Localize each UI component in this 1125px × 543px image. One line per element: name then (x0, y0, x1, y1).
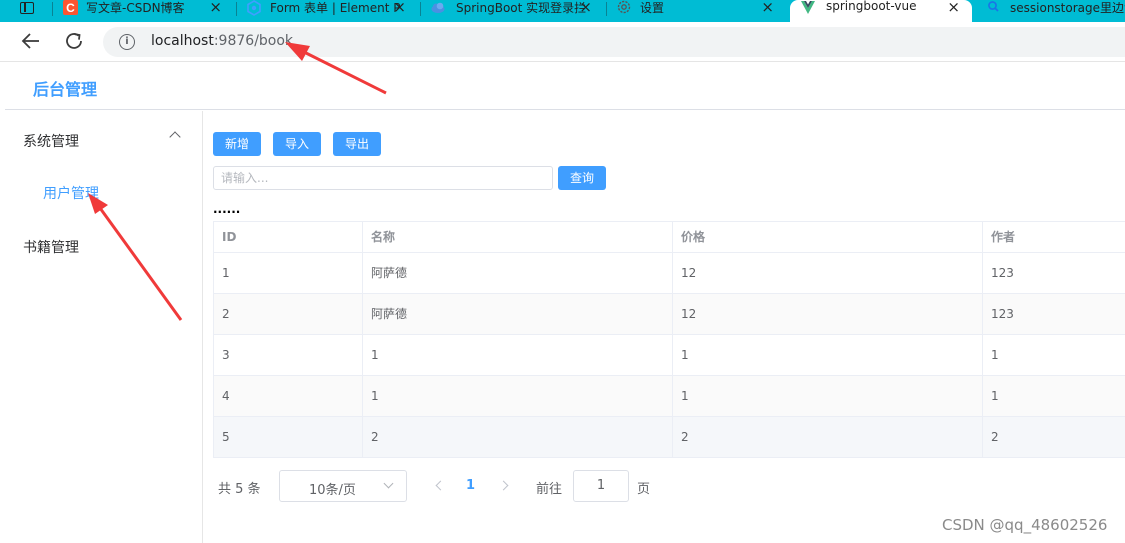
watermark: CSDN @qq_48602526 (942, 516, 1108, 534)
search-input[interactable] (213, 166, 553, 190)
vue-logo-icon (801, 1, 815, 14)
browser-tab-bar: C 写文章-CSDN博客 × Form 表单 | Element Plus × … (0, 0, 1125, 22)
column-header[interactable]: 价格 (673, 222, 983, 252)
page-size-select[interactable]: 10条/页 (279, 470, 407, 502)
export-button[interactable]: 导出 (333, 132, 381, 156)
tab-sidebar-icon (20, 2, 34, 14)
table-cell: 1 (991, 389, 999, 403)
search-button[interactable]: 查询 (558, 166, 606, 190)
table-cell: 123 (991, 307, 1014, 321)
tab-title: 设置 (640, 1, 665, 15)
cloud-logo-icon (431, 2, 445, 13)
sidebar-item-users[interactable]: 用户管理 (5, 173, 202, 209)
sidebar-item-label: 书籍管理 (23, 240, 79, 256)
address-bar[interactable]: i localhost:9876/book (103, 27, 1125, 57)
table-cell: 阿萨德 (363, 294, 673, 334)
tab-title: 写文章-CSDN博客 (86, 1, 185, 15)
sidebar-item-books[interactable]: 书籍管理 (5, 227, 202, 263)
table-row[interactable]: 3 1 1 1 (214, 335, 1125, 376)
table-cell: 1 (673, 335, 983, 375)
add-button[interactable]: 新增 (213, 132, 261, 156)
table-row[interactable]: 1 阿萨德 12 123 (214, 253, 1125, 294)
tab-title: Form 表单 | Element Plus (270, 1, 400, 15)
svg-text:C: C (66, 1, 75, 15)
table-cell: 1 (363, 335, 673, 375)
element-logo-icon (247, 0, 261, 16)
ellipsis-text: ...... (213, 202, 241, 216)
gear-icon (617, 0, 631, 14)
table-cell: 2 (673, 417, 983, 457)
search-icon (988, 1, 999, 12)
url-path: :9876/book (213, 33, 294, 49)
url-text[interactable]: localhost:9876/book (151, 33, 293, 49)
table-cell: 123 (991, 266, 1014, 280)
table-cell: 1 (991, 348, 999, 362)
tab-title: SpringBoot 实现登录拦截 (456, 1, 586, 15)
page-size-value: 10条/页 (309, 483, 356, 498)
page-number-current[interactable]: 1 (466, 478, 475, 493)
table-row[interactable]: 2 阿萨德 12 123 (214, 294, 1125, 335)
table-cell: 阿萨德 (363, 253, 673, 293)
table-cell: 1 (214, 253, 363, 293)
table-cell: 12 (673, 253, 983, 293)
table-cell: 12 (673, 294, 983, 334)
pagination-total: 共 5 条 (218, 482, 261, 497)
table-cell: 1 (363, 376, 673, 416)
close-icon[interactable]: × (947, 0, 960, 16)
close-icon[interactable]: × (579, 0, 592, 16)
goto-label: 前往 (536, 482, 563, 497)
tab-settings[interactable]: 设置 × (606, 0, 786, 22)
column-header[interactable]: ID (214, 222, 363, 252)
info-icon[interactable]: i (119, 34, 135, 50)
column-header[interactable]: 名称 (363, 222, 673, 252)
tab-element-plus[interactable]: Form 表单 | Element Plus × (236, 0, 418, 22)
column-header[interactable]: 作者 (983, 222, 1125, 252)
app-title: 后台管理 (33, 80, 98, 99)
reload-icon[interactable] (64, 31, 86, 51)
table-row[interactable]: 5 2 2 2 (214, 417, 1125, 458)
sidebar-group-system[interactable]: 系统管理 (5, 121, 202, 157)
chevron-up-icon (169, 131, 181, 143)
import-button[interactable]: 导入 (273, 132, 321, 156)
tab-title: sessionstorage里边没 (1010, 1, 1125, 15)
page-unit-label: 页 (637, 482, 651, 497)
close-icon[interactable]: × (761, 0, 774, 16)
url-host: localhost (151, 33, 214, 49)
close-icon[interactable]: × (209, 0, 222, 16)
table-cell: 2 (363, 417, 673, 457)
back-arrow-icon[interactable] (20, 31, 42, 51)
tab-springboot-login[interactable]: SpringBoot 实现登录拦截 × (420, 0, 604, 22)
table-header-row: ID 名称 价格 作者 (214, 222, 1125, 253)
csdn-logo-icon: C (63, 0, 78, 15)
browser-toolbar: i localhost:9876/book (0, 22, 1125, 62)
table-cell: 4 (214, 376, 363, 416)
data-table: ID 名称 价格 作者 1 阿萨德 12 123 2 阿萨德 12 123 3 … (213, 221, 1125, 458)
sidebar-group-label: 系统管理 (23, 134, 79, 150)
tab-csdn[interactable]: C 写文章-CSDN博客 × (52, 0, 234, 22)
sidebar-item-label: 用户管理 (43, 186, 99, 202)
prev-page-button[interactable] (434, 479, 444, 493)
goto-page-input[interactable]: 1 (573, 470, 629, 502)
table-row[interactable]: 4 1 1 1 (214, 376, 1125, 417)
table-cell: 2 (214, 294, 363, 334)
table-cell: 3 (214, 335, 363, 375)
table-cell: 1 (673, 376, 983, 416)
table-cell: 5 (214, 417, 363, 457)
next-page-button[interactable] (500, 479, 510, 493)
app-header: 后台管理 (5, 62, 1125, 110)
tab-springboot-vue[interactable]: springboot-vue × (790, 0, 972, 22)
sidebar-menu: 系统管理 用户管理 书籍管理 (5, 111, 203, 543)
tab-search[interactable]: sessionstorage里边没 (976, 0, 1125, 22)
tab-title: springboot-vue (826, 0, 917, 13)
table-cell: 2 (991, 430, 999, 444)
chevron-down-icon (383, 478, 394, 489)
close-icon[interactable]: × (393, 0, 406, 16)
tab-actions-button[interactable] (0, 0, 52, 22)
